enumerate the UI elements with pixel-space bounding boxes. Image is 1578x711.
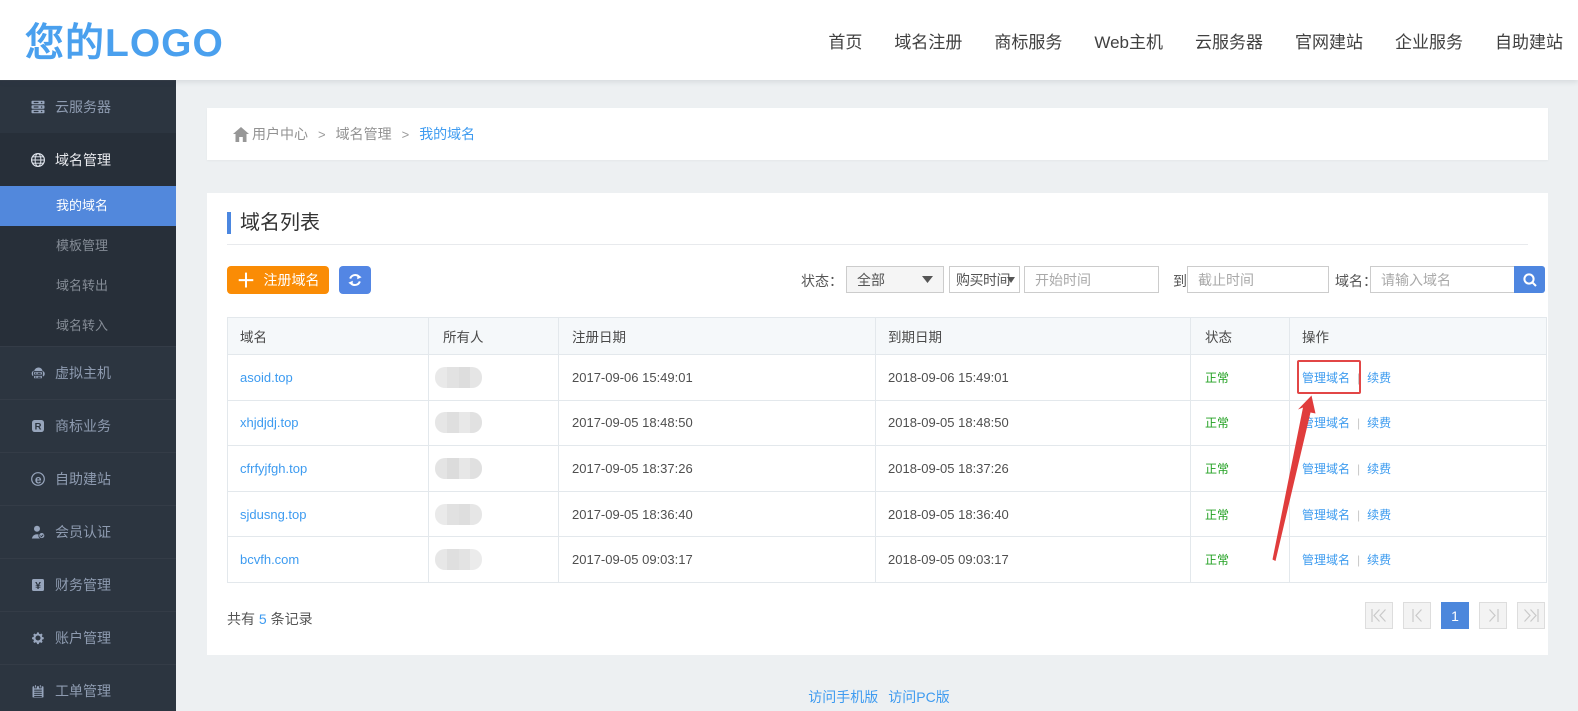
svg-text:e: e [35,472,42,486]
svg-text:¥: ¥ [35,580,41,592]
svg-text:R: R [35,421,42,432]
